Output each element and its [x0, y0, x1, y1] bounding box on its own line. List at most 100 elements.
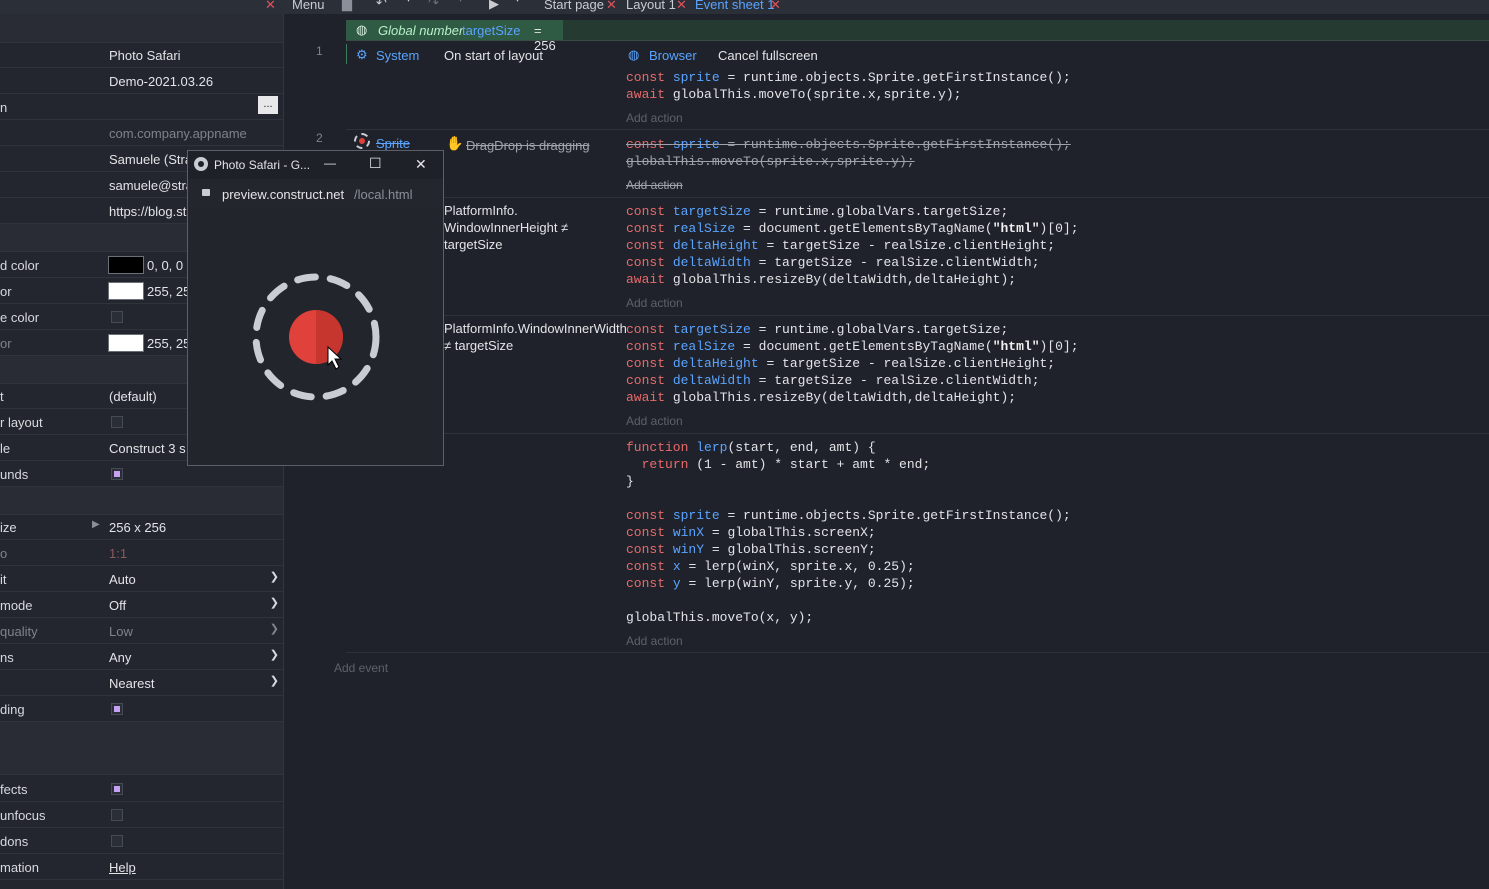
add-action-link[interactable]: Add action: [626, 178, 683, 192]
action-object[interactable]: Browser: [649, 48, 697, 63]
dropdown-value[interactable]: Nearest: [109, 676, 155, 691]
minimize-button[interactable]: —: [324, 156, 336, 170]
preview-window[interactable]: Photo Safari - G... — ☐ ✕ preview.constr…: [187, 150, 444, 466]
script-block[interactable]: const sprite = runtime.objects.Sprite.ge…: [626, 136, 1071, 170]
property-value[interactable]: Demo-2021.03.26: [109, 74, 213, 89]
lock-icon: [202, 189, 210, 196]
close-icon[interactable]: ✕: [606, 0, 617, 13]
property-value[interactable]: samuele@stra: [109, 178, 193, 193]
checkbox[interactable]: [111, 416, 123, 428]
game-canvas[interactable]: [188, 209, 443, 465]
property-section-header[interactable]: [0, 722, 283, 775]
close-button[interactable]: ✕: [415, 156, 427, 173]
address-bar[interactable]: preview.construct.net /local.html: [188, 179, 443, 210]
ellipsis-button[interactable]: ...: [258, 96, 278, 114]
help-link[interactable]: Help: [109, 860, 136, 875]
checkbox[interactable]: [111, 835, 123, 847]
property-row[interactable]: mation Help: [0, 854, 283, 880]
tab-layout-1[interactable]: Layout 1: [626, 0, 676, 12]
add-action-link[interactable]: Add action: [626, 634, 683, 648]
property-row[interactable]: ns Any ❯: [0, 644, 283, 670]
property-row[interactable]: quality Low ❯: [0, 618, 283, 644]
close-icon[interactable]: ✕: [676, 0, 687, 13]
event-condition[interactable]: On start of layout: [444, 48, 543, 63]
color-swatch[interactable]: [108, 282, 144, 300]
dropdown-value[interactable]: Low: [109, 624, 133, 639]
undo-icon[interactable]: ↶: [376, 0, 387, 11]
dropdown-value[interactable]: Auto: [109, 572, 136, 587]
play-icon[interactable]: ▶: [489, 0, 499, 12]
add-action-link[interactable]: Add action: [626, 111, 683, 125]
close-icon[interactable]: ✕: [265, 0, 276, 13]
property-row[interactable]: o 1:1: [0, 540, 283, 566]
property-value[interactable]: 1:1: [109, 546, 127, 561]
window-titlebar[interactable]: Photo Safari - G... — ☐ ✕: [188, 151, 443, 179]
property-section-header[interactable]: [0, 487, 283, 515]
chevron-down-icon[interactable]: ▾: [406, 0, 411, 5]
event-object[interactable]: Sprite: [376, 136, 410, 151]
script-block[interactable]: const sprite = runtime.objects.Sprite.ge…: [626, 69, 1071, 103]
property-row[interactable]: ding: [0, 696, 283, 722]
checkbox[interactable]: [111, 311, 123, 323]
property-row[interactable]: Demo-2021.03.26: [0, 68, 283, 94]
property-value[interactable]: Samuele (Stra: [109, 152, 192, 167]
menu-button[interactable]: Menu: [292, 0, 325, 12]
property-row[interactable]: Photo Safari: [0, 42, 283, 68]
event-condition[interactable]: DragDrop is dragging: [466, 138, 590, 153]
property-row[interactable]: dons: [0, 828, 283, 854]
expand-icon[interactable]: ▶: [92, 519, 100, 530]
close-icon[interactable]: ✕: [770, 0, 781, 13]
property-row[interactable]: unfocus: [0, 802, 283, 828]
property-row[interactable]: com.company.appname: [0, 120, 283, 146]
add-action-link[interactable]: Add action: [626, 296, 683, 310]
property-row[interactable]: it Auto ❯: [0, 566, 283, 592]
dropdown-value[interactable]: Any: [109, 650, 131, 665]
checkbox[interactable]: [111, 809, 123, 821]
dropdown-value[interactable]: Off: [109, 598, 126, 613]
event-sheet: ◍ Global number targetSize = 256 1 ⚙ Sys…: [284, 14, 1489, 889]
property-row[interactable]: mode Off ❯: [0, 592, 283, 618]
redo-icon[interactable]: ↷: [428, 0, 439, 11]
event-number: 1: [316, 44, 323, 58]
property-value[interactable]: com.company.appname: [109, 126, 247, 141]
color-swatch[interactable]: [108, 334, 144, 352]
property-value[interactable]: 256 x 256: [109, 520, 166, 535]
chevron-down-icon[interactable]: ▾: [515, 0, 520, 5]
event-condition[interactable]: PlatformInfo.WindowInnerWidth ≠ targetSi…: [444, 320, 627, 354]
chevron-down-icon[interactable]: ❯: [270, 622, 279, 635]
window-title: Photo Safari - G...: [214, 158, 311, 172]
property-value[interactable]: https://blog.st: [109, 204, 186, 219]
chevron-down-icon[interactable]: ❯: [270, 674, 279, 687]
property-row[interactable]: n ...: [0, 94, 283, 120]
property-section-header[interactable]: [0, 14, 283, 43]
property-row[interactable]: fects: [0, 776, 283, 802]
property-row[interactable]: ize ▶ 256 x 256: [0, 514, 283, 540]
property-row[interactable]: Nearest ❯: [0, 670, 283, 696]
chevron-down-icon[interactable]: ❯: [270, 596, 279, 609]
color-swatch[interactable]: [108, 256, 144, 274]
add-action-link[interactable]: Add action: [626, 414, 683, 428]
tab-start-page[interactable]: Start page: [544, 0, 604, 12]
save-icon[interactable]: ▆: [342, 0, 352, 12]
sprite[interactable]: [188, 209, 443, 465]
script-block[interactable]: const targetSize = runtime.globalVars.ta…: [626, 203, 1079, 288]
action[interactable]: Cancel fullscreen: [718, 48, 818, 63]
checkbox[interactable]: [111, 783, 123, 795]
script-block[interactable]: function lerp(start, end, amt) { return …: [626, 439, 1071, 626]
drag-icon: ✋: [446, 135, 464, 151]
checkbox[interactable]: [111, 468, 123, 480]
event-object[interactable]: System: [376, 48, 419, 63]
global-variable-row[interactable]: ◍ Global number targetSize = 256: [346, 20, 1489, 53]
property-value[interactable]: (default): [109, 389, 157, 404]
checkbox[interactable]: [111, 703, 123, 715]
property-value[interactable]: Photo Safari: [109, 48, 181, 63]
add-event-link[interactable]: Add event: [334, 661, 388, 675]
event-condition[interactable]: PlatformInfo. WindowInnerHeight ≠ target…: [444, 202, 624, 253]
tab-event-sheet-1[interactable]: Event sheet 1: [695, 0, 775, 12]
chevron-down-icon[interactable]: ▾: [458, 0, 463, 5]
maximize-button[interactable]: ☐: [369, 155, 382, 172]
property-value[interactable]: Construct 3 s: [109, 441, 186, 456]
chevron-down-icon[interactable]: ❯: [270, 570, 279, 583]
chevron-down-icon[interactable]: ❯: [270, 648, 279, 661]
script-block[interactable]: const targetSize = runtime.globalVars.ta…: [626, 321, 1079, 406]
